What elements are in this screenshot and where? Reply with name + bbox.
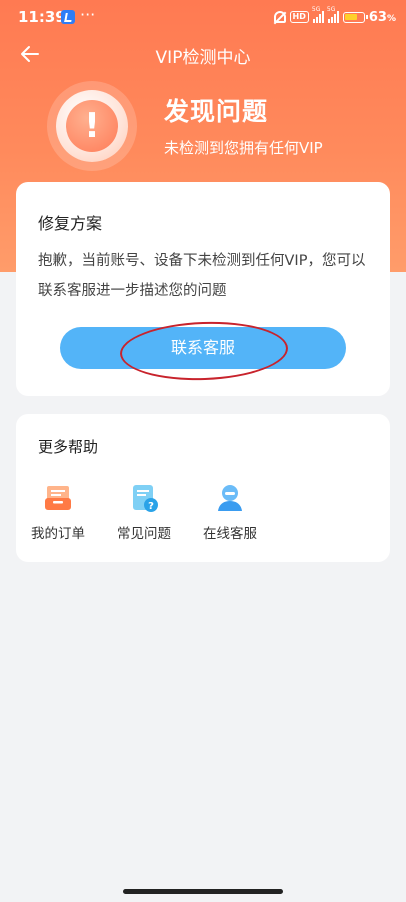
more-help-card: 更多帮助 我的订单 ? 常见问题 在线客服 [16,414,390,562]
notification-app-icon [61,10,75,24]
customer-service-icon [214,482,246,514]
status-indicators: HD 5G 5G 63% [273,6,396,25]
result-subtitle: 未检测到您拥有任何VIP [164,139,323,157]
help-card-title: 更多帮助 [38,438,99,456]
more-notifications-icon: ··· [80,5,96,24]
warning-icon: ! [56,90,128,162]
order-icon [42,482,74,514]
fix-solution-card: 修复方案 抱歉，当前账号、设备下未检测到任何VIP，您可以联系客服进一步描述您的… [16,182,390,396]
page-title: VIP检测中心 [155,48,251,68]
fix-card-title: 修复方案 [38,214,103,233]
help-item-label: 我的订单 [31,526,85,542]
network-type-label: 5G [311,6,321,13]
help-item-faq[interactable]: ? 常见问题 [104,482,184,542]
status-time: 11:39 [18,8,66,26]
hd-badge: HD [289,11,309,23]
help-item-label: 常见问题 [117,526,171,542]
home-indicator[interactable] [123,889,283,894]
help-item-my-orders[interactable]: 我的订单 [18,482,98,542]
battery-percent: 63% [368,9,396,25]
faq-icon: ? [128,482,160,514]
fix-description: 抱歉，当前账号、设备下未检测到任何VIP，您可以联系客服进一步描述您的问题 [38,253,366,299]
contact-support-button[interactable]: 联系客服 [60,327,346,369]
signal-icon: 5G [312,6,324,23]
network-type-label-2: 5G [326,6,336,13]
battery-icon [342,11,368,23]
status-bar: 11:39 ··· HD 5G 5G 63% [0,0,406,34]
help-item-label: 在线客服 [203,526,257,542]
signal-icon-2: 5G [327,6,339,23]
mute-bell-icon [273,11,286,23]
result-title: 发现问题 [164,97,269,126]
help-item-online-service[interactable]: 在线客服 [190,482,270,542]
warning-glyph: ! [66,100,118,152]
svg-text:?: ? [148,501,154,512]
